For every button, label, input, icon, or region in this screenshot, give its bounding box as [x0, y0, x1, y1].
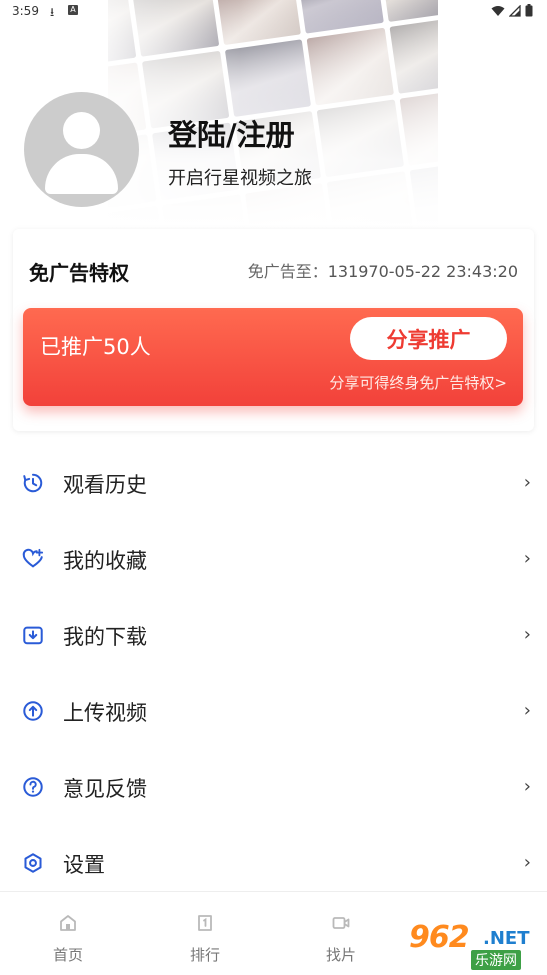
menu-list: 观看历史 › 我的收藏 › 我的下载 › 上传视频 › 意见反馈 › 设置 › — [0, 445, 547, 901]
menu-item-settings[interactable]: 设置 › — [0, 825, 547, 901]
history-icon — [23, 473, 43, 493]
profile-subtitle: 开启行星视频之旅 — [168, 168, 312, 189]
upload-circle-icon — [23, 701, 43, 721]
question-circle-icon — [23, 777, 43, 797]
ad-free-expire-value: 131970-05-22 23:43:20 — [327, 262, 518, 281]
menu-item-upload[interactable]: 上传视频 › — [0, 673, 547, 749]
rank-icon — [198, 915, 212, 931]
menu-label-history: 观看历史 — [63, 473, 147, 497]
ad-free-expire-label: 免广告至： — [247, 262, 328, 281]
heart-plus-icon — [22, 548, 44, 568]
download-box-icon — [23, 626, 43, 645]
menu-label-upload: 上传视频 — [63, 701, 147, 725]
chevron-right-icon: › — [523, 548, 531, 569]
signal-icon — [509, 4, 521, 17]
menu-item-feedback[interactable]: 意见反馈 › — [0, 749, 547, 825]
promotion-banner: 已推广50人 分享推广 分享可得终身免广告特权> — [23, 308, 523, 406]
video-camera-icon — [332, 917, 350, 929]
site-watermark-logo: 962 .NET 乐游网 — [401, 914, 541, 970]
gear-hexagon-icon — [24, 853, 42, 873]
status-right-icons — [491, 4, 533, 17]
menu-item-history[interactable]: 观看历史 › — [0, 445, 547, 521]
avatar[interactable] — [24, 92, 139, 207]
home-icon — [60, 915, 76, 931]
battery-icon — [525, 4, 533, 17]
watermark-cn: 乐游网 — [471, 950, 521, 970]
status-bar: 3:59 ⭳ A — [0, 0, 547, 24]
menu-label-downloads: 我的下载 — [63, 625, 147, 649]
share-promote-button[interactable]: 分享推广 — [350, 317, 507, 360]
tab-find[interactable]: 找片 — [296, 892, 386, 975]
chevron-right-icon: › — [523, 624, 531, 645]
ad-free-title: 免广告特权 — [29, 261, 129, 285]
tab-label-rank: 排行 — [189, 946, 220, 964]
menu-label-settings: 设置 — [63, 853, 105, 877]
watermark-number: 962 — [409, 920, 470, 955]
login-register-link[interactable]: 登陆/注册 — [168, 112, 295, 154]
menu-item-favorites[interactable]: 我的收藏 › — [0, 521, 547, 597]
tab-label-home: 首页 — [52, 946, 83, 964]
chevron-right-icon: › — [523, 776, 531, 797]
ad-free-privilege-card: 免广告特权 免广告至：131970-05-22 23:43:20 已推广50人 … — [13, 229, 534, 431]
tab-rank[interactable]: 排行 — [160, 892, 250, 975]
tab-label-find: 找片 — [325, 946, 356, 964]
download-icon: ⭳ — [50, 5, 55, 19]
ad-free-expire: 免广告至：131970-05-22 23:43:20 — [248, 258, 518, 282]
chevron-right-icon: › — [523, 472, 531, 493]
share-tip-link[interactable]: 分享可得终身免广告特权> — [329, 372, 507, 393]
menu-label-favorites: 我的收藏 — [63, 549, 147, 573]
a-icon: A — [68, 5, 78, 15]
watermark-suffix: .NET — [483, 928, 530, 949]
promotion-count: 已推广50人 — [40, 335, 151, 359]
chevron-right-icon: › — [523, 852, 531, 873]
menu-label-feedback: 意见反馈 — [63, 777, 147, 801]
wifi-icon — [491, 5, 505, 16]
chevron-right-icon: › — [523, 700, 531, 721]
menu-item-downloads[interactable]: 我的下载 › — [0, 597, 547, 673]
tab-home[interactable]: 首页 — [23, 892, 113, 975]
status-time: 3:59 — [12, 4, 39, 18]
